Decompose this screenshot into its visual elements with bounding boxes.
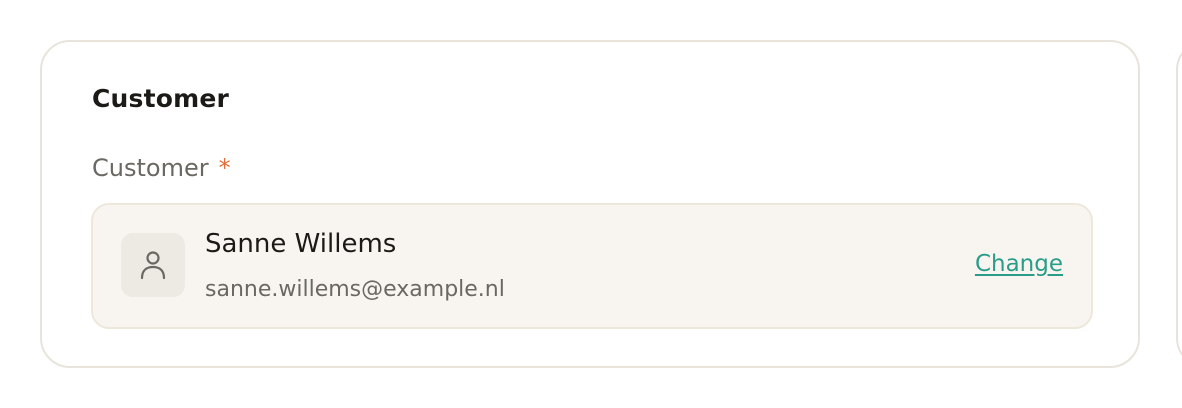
avatar [121, 233, 185, 297]
change-customer-link[interactable]: Change [975, 251, 1063, 277]
adjacent-card-edge [1176, 40, 1182, 368]
page: Customer Customer * Sanne Willems sanne.w… [0, 0, 1182, 408]
customer-name: Sanne Willems [205, 229, 397, 259]
selected-customer: Sanne Willems sanne.willems@example.nl C… [91, 203, 1093, 329]
customer-card: Customer Customer * Sanne Willems sanne.w… [40, 40, 1140, 368]
customer-field-label-text: Customer [92, 154, 209, 182]
required-marker: * [218, 154, 231, 182]
customer-field-label: Customer * [92, 154, 231, 182]
user-icon [140, 251, 166, 280]
card-title: Customer [92, 84, 230, 113]
customer-email: sanne.willems@example.nl [205, 277, 505, 302]
